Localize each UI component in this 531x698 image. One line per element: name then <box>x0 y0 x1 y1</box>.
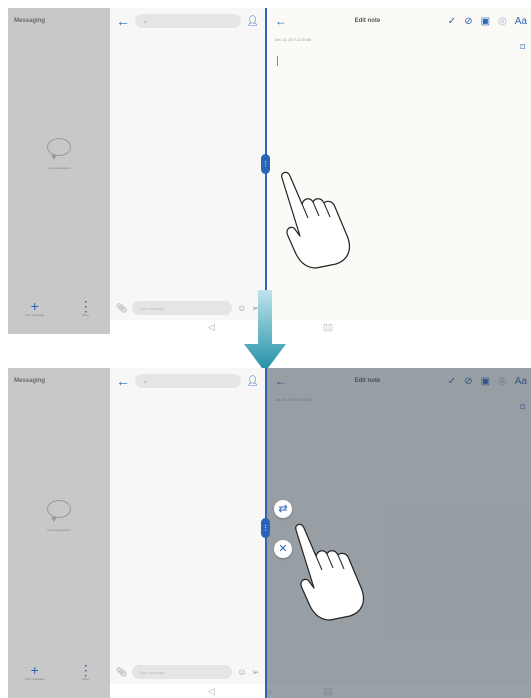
paperclip-icon[interactable]: 📎︎ <box>116 667 127 678</box>
more-vertical-icon: ⋮ <box>78 662 93 678</box>
message-input[interactable]: Type message <box>132 301 233 315</box>
more-button[interactable]: ⋮ More <box>79 299 93 317</box>
arrow-down-icon <box>244 290 286 372</box>
messaging-pane: Messaging No conversations + New message… <box>8 8 110 334</box>
back-nav-icon[interactable]: ◁ <box>208 686 215 697</box>
check-circle-icon[interactable]: ⊘ <box>464 16 472 27</box>
chat-bubble-icon <box>47 138 71 161</box>
messaging-title: Messaging <box>14 378 46 384</box>
check-icon[interactable]: ✓ <box>448 16 456 27</box>
recipient-field[interactable]: To <box>135 14 242 28</box>
system-nav-bar: ◁ ○ ▯▯ <box>110 320 531 334</box>
conversation-pane: ← To 👤︎ 📎︎ Type message ☺ ➢ <box>110 8 265 334</box>
empty-text: No conversations <box>47 528 71 532</box>
conversation-header: ← To 👤︎ <box>110 8 265 34</box>
more-label: More <box>82 313 90 317</box>
messaging-toolbar: + New message ⋮ More <box>8 296 110 320</box>
bookmark-icon[interactable]: ⌑ <box>520 42 525 53</box>
image-icon[interactable]: ▣ <box>481 16 490 27</box>
note-meta: Dec 13, 2017 11:30 AM <box>267 34 531 46</box>
font-button[interactable]: Aa <box>515 16 527 27</box>
person-icon[interactable]: 👤︎ <box>246 16 259 27</box>
recents-nav-icon[interactable]: ▯▯ <box>323 322 333 333</box>
camera-icon[interactable]: ◎ <box>498 16 507 27</box>
chat-bubble-icon <box>47 500 71 522</box>
notes-header: ← Edit note ✓ ⊘ ▣ ◎ Aa <box>267 8 531 34</box>
compose-bar: 📎︎ Type message ☺ ➢ <box>110 296 265 320</box>
recipient-field[interactable]: To <box>135 374 242 388</box>
arrow-left-icon[interactable]: ← <box>116 13 130 29</box>
new-message-label: New message <box>25 313 45 317</box>
new-message-button[interactable]: + New message <box>25 299 44 317</box>
text-cursor <box>277 56 278 66</box>
emoji-icon[interactable]: ☺ <box>237 667 246 677</box>
divider-handle[interactable]: ⋮ <box>261 518 270 538</box>
send-icon[interactable]: ➢ <box>251 667 259 678</box>
notes-title: Edit note <box>354 18 381 24</box>
compose-bar: 📎︎ Type message ☺ ➢ <box>110 660 265 684</box>
divider-handle[interactable]: ⋮ <box>261 154 270 174</box>
more-button[interactable]: ⋮ More <box>79 663 93 681</box>
plus-icon: + <box>30 662 39 678</box>
hand-tap-icon <box>295 523 365 621</box>
more-vertical-icon: ⋮ <box>78 298 93 314</box>
empty-state: No conversations <box>8 500 110 532</box>
more-label: More <box>82 677 90 681</box>
conversation-header: ← To 👤︎ <box>110 368 265 394</box>
messaging-toolbar: + New message ⋮ More <box>8 660 110 684</box>
arrow-left-icon[interactable]: ← <box>275 14 287 28</box>
messaging-pane: Messaging No conversations + New message… <box>8 368 110 698</box>
paperclip-icon[interactable]: 📎︎ <box>116 303 127 314</box>
screen-before: Messaging No conversations + New message… <box>8 8 531 334</box>
plus-icon: + <box>30 298 39 314</box>
empty-text: No conversations <box>47 166 71 171</box>
hand-tap-icon <box>281 171 351 269</box>
new-message-button[interactable]: + New message <box>25 663 44 681</box>
person-icon[interactable]: 👤︎ <box>246 376 259 387</box>
arrow-left-icon[interactable]: ← <box>116 373 130 389</box>
back-nav-icon[interactable]: ◁ <box>208 322 215 333</box>
conversation-pane: ← To 👤︎ 📎︎ Type message ☺ ➢ <box>110 368 265 698</box>
screen-after: Messaging No conversations + New message… <box>8 368 531 698</box>
message-input[interactable]: Type message <box>132 665 233 679</box>
messaging-title: Messaging <box>14 18 46 24</box>
new-message-label: New message <box>25 677 45 681</box>
empty-state: No conversations <box>8 138 110 170</box>
note-timestamp: Dec 13, 2017 11:30 AM <box>275 38 312 42</box>
